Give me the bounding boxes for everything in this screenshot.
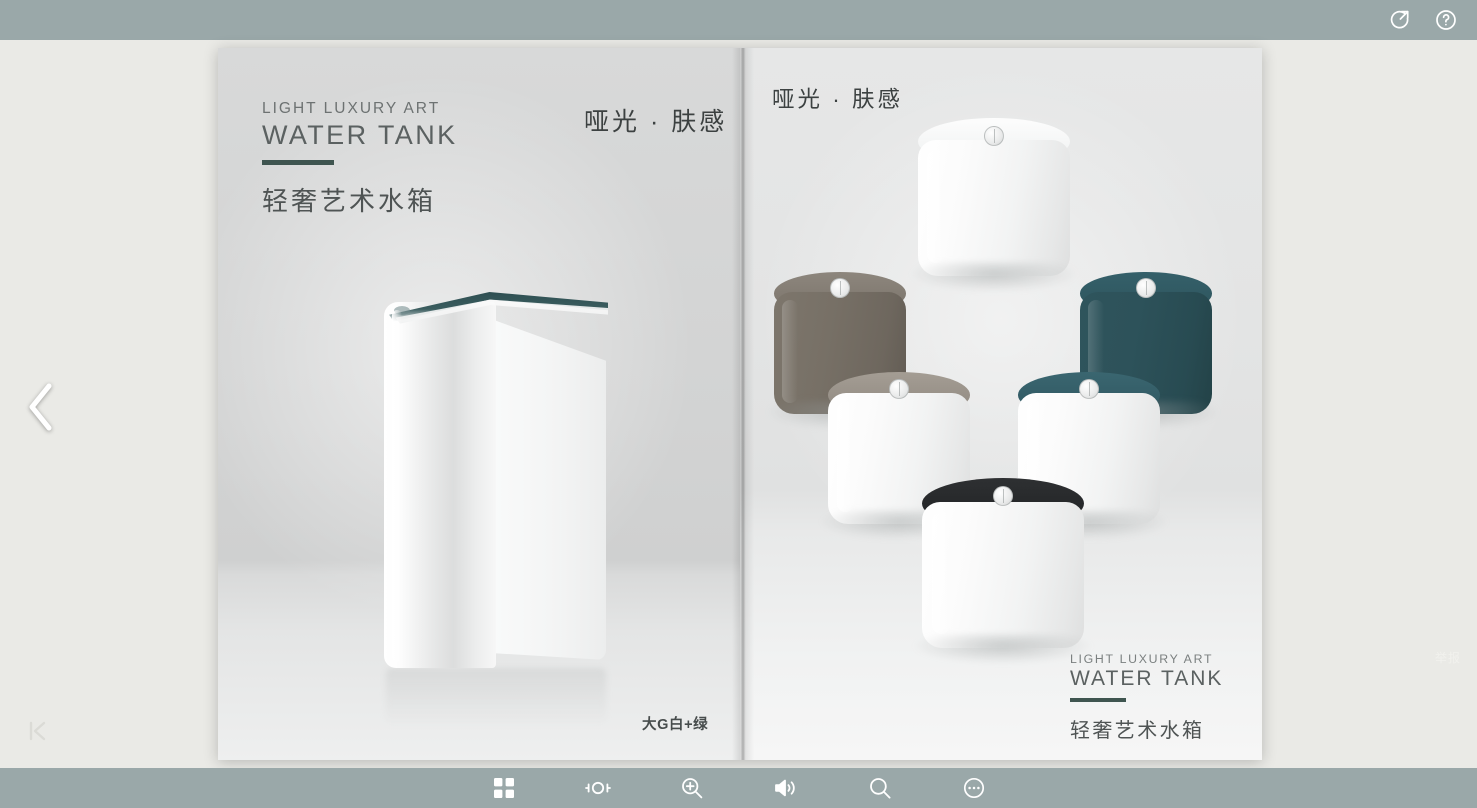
- tank-highlight: [781, 300, 798, 403]
- top-toolbar: [0, 0, 1477, 40]
- tank-highlight: [392, 310, 402, 662]
- product-tank-white-top: [908, 118, 1080, 292]
- tank-highlight: [931, 512, 952, 635]
- left-cn-title: 轻奢艺术水箱: [262, 186, 437, 216]
- tank-flush-button: [830, 278, 850, 298]
- thumbnails-icon[interactable]: [485, 772, 523, 804]
- tank-highlight: [836, 402, 854, 512]
- sound-icon[interactable]: [767, 772, 805, 804]
- zoom-in-icon[interactable]: [673, 772, 711, 804]
- share-icon[interactable]: [1385, 5, 1415, 35]
- product-water-tank-large: [366, 280, 616, 726]
- left-eyebrow: LIGHT LUXURY ART: [262, 100, 441, 117]
- fit-page-icon[interactable]: [579, 772, 617, 804]
- tank-flush-button: [889, 379, 909, 399]
- prev-page-button[interactable]: [18, 380, 64, 434]
- left-matte-tag: 哑光 · 肤感: [584, 108, 728, 136]
- first-page-button[interactable]: [20, 714, 54, 748]
- page-left[interactable]: LIGHT LUXURY ART WATER TANK 轻奢艺术水箱 哑光 · …: [218, 48, 740, 760]
- left-title-block: LIGHT LUXURY ART WATER TANK 轻奢艺术水箱: [262, 100, 458, 218]
- help-icon[interactable]: [1431, 5, 1461, 35]
- tank-highlight: [927, 149, 946, 264]
- book-spread: LIGHT LUXURY ART WATER TANK 轻奢艺术水箱 哑光 · …: [218, 48, 1262, 760]
- report-button[interactable]: 举报: [1427, 644, 1469, 670]
- right-title-block: LIGHT LUXURY ART WATER TANK 轻奢艺术水箱: [1070, 652, 1223, 743]
- left-caption: 大G白+绿: [642, 717, 709, 733]
- page-right[interactable]: 哑光 · 肤感 LIGHT LUXURY ART WATER TANK 轻奢艺术…: [740, 48, 1262, 760]
- right-headline: WATER TANK: [1070, 667, 1224, 690]
- right-eyebrow: LIGHT LUXURY ART: [1070, 652, 1214, 666]
- tank-flush-button: [1079, 379, 1099, 399]
- product-tank-white-black-lid: [912, 478, 1094, 664]
- tank-flush-button: [984, 126, 1004, 146]
- title-rule: [1070, 698, 1126, 702]
- tank-flush-button: [993, 486, 1013, 506]
- more-icon[interactable]: [955, 772, 993, 804]
- title-rule: [262, 160, 334, 165]
- tank-shadow: [908, 262, 1080, 292]
- tank-shadow: [912, 634, 1094, 664]
- tank-side-face: [494, 320, 606, 660]
- tank-flush-button: [1136, 278, 1156, 298]
- bottom-toolbar: [0, 768, 1477, 808]
- flipbook-viewer: 举报 LIGHT LUXURY ART WATER TANK 轻奢艺术水箱 哑光…: [0, 0, 1477, 808]
- tank-reflection: [386, 668, 606, 726]
- left-headline: WATER TANK: [262, 120, 458, 150]
- right-cn-title: 轻奢艺术水箱: [1070, 720, 1205, 742]
- right-matte-tag: 哑光 · 肤感: [772, 87, 903, 112]
- search-icon[interactable]: [861, 772, 899, 804]
